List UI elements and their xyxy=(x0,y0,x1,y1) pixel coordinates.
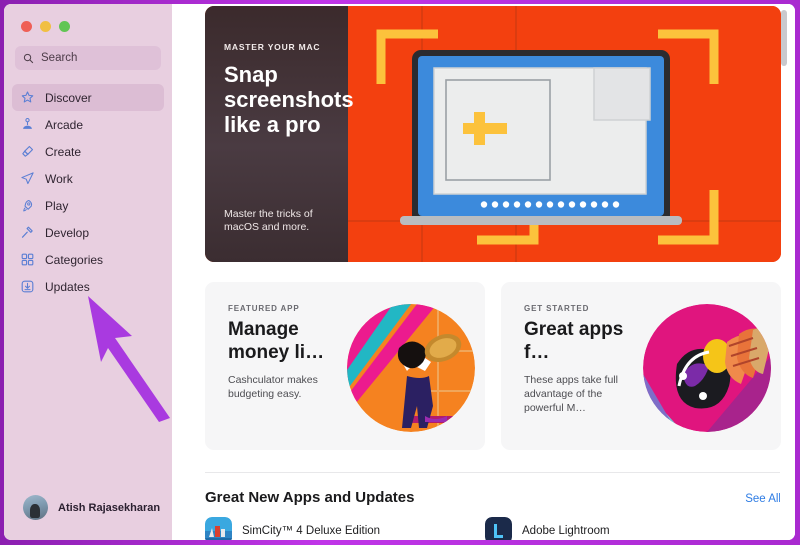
window-controls xyxy=(4,4,172,32)
paintbrush-icon xyxy=(22,145,34,157)
grid-icon xyxy=(21,253,34,266)
sidebar-item-label: Work xyxy=(45,171,73,186)
download-icon xyxy=(21,280,34,293)
feature-card-get-started[interactable]: GET STARTED Great apps f… These apps tak… xyxy=(501,282,781,450)
sidebar-item-develop[interactable]: Develop xyxy=(12,219,164,246)
sidebar-item-label: Discover xyxy=(45,90,92,105)
hero-banner[interactable]: MASTER YOUR MAC Snap screenshots like a … xyxy=(205,6,781,262)
search-input[interactable]: Search xyxy=(15,46,161,70)
hero-eyebrow: MASTER YOUR MAC xyxy=(224,42,321,52)
sidebar-item-discover[interactable]: Discover xyxy=(12,84,164,111)
avatar xyxy=(23,495,48,520)
laptop-screenshot-illustration xyxy=(348,6,781,262)
sidebar-item-categories[interactable]: Categories xyxy=(12,246,164,273)
rocket-icon xyxy=(23,199,33,212)
joystick-icon xyxy=(23,117,32,129)
zoom-button[interactable] xyxy=(59,21,70,32)
user-account[interactable]: Atish Rajasekharan xyxy=(4,495,172,540)
annotation-frame: Search Discover Arcade Create Work Play … xyxy=(0,0,800,545)
sidebar-item-label: Updates xyxy=(45,279,90,294)
see-all-link[interactable]: See All xyxy=(745,493,781,505)
search-placeholder: Search xyxy=(41,52,78,64)
card-title: Great apps f… xyxy=(524,319,624,363)
hero-illustration xyxy=(348,6,781,262)
feature-card-featured-app[interactable]: FEATURED APP Manage money li… Cashculato… xyxy=(205,282,485,450)
hero-text-panel: MASTER YOUR MAC Snap screenshots like a … xyxy=(205,6,354,262)
sidebar-item-label: Develop xyxy=(45,225,90,240)
app-name: SimCity™ 4 Deluxe Edition xyxy=(242,524,381,537)
sidebar-item-label: Arcade xyxy=(45,117,84,132)
paper-plane-icon xyxy=(21,172,34,185)
sidebar-item-play[interactable]: Play xyxy=(12,192,164,219)
app-name: Adobe Lightroom xyxy=(522,524,610,537)
sidebar-item-label: Create xyxy=(45,144,82,159)
vertical-scrollbar[interactable] xyxy=(780,4,792,540)
sidebar-item-label: Categories xyxy=(45,252,104,267)
app-store-window: Search Discover Arcade Create Work Play … xyxy=(4,4,795,540)
sidebar: Search Discover Arcade Create Work Play … xyxy=(4,4,172,540)
simcity-icon xyxy=(205,517,232,540)
hero-subtitle: Master the tricks of macOS and more. xyxy=(224,208,313,233)
minimize-button[interactable] xyxy=(40,21,51,32)
sidebar-item-work[interactable]: Work xyxy=(12,165,164,192)
section-header: Great New Apps and Updates See All xyxy=(205,489,781,506)
close-button[interactable] xyxy=(21,21,32,32)
sidebar-item-updates[interactable]: Updates xyxy=(12,273,164,300)
card-eyebrow: FEATURED APP xyxy=(228,304,300,313)
feature-cards: FEATURED APP Manage money li… Cashculato… xyxy=(205,282,781,450)
list-item[interactable]: Adobe Lightroom xyxy=(485,517,765,540)
apps-illustration xyxy=(643,304,771,432)
main-content: MASTER YOUR MAC Snap screenshots like a … xyxy=(172,4,795,540)
money-illustration xyxy=(347,304,475,432)
sidebar-nav: Discover Arcade Create Work Play Develop… xyxy=(4,84,172,300)
star-icon xyxy=(21,91,34,103)
card-title: Manage money li… xyxy=(228,319,325,363)
scrollbar-thumb[interactable] xyxy=(781,10,787,66)
search-icon xyxy=(23,53,34,63)
hammer-icon xyxy=(21,226,33,238)
lightroom-icon xyxy=(485,517,512,540)
card-description: These apps take full advantage of the po… xyxy=(524,374,618,414)
user-name: Atish Rajasekharan xyxy=(58,501,161,514)
card-description: Cashculator makes budgeting easy. xyxy=(228,374,318,400)
sidebar-item-create[interactable]: Create xyxy=(12,138,164,165)
list-item[interactable]: SimCity™ 4 Deluxe Edition xyxy=(205,517,485,540)
section-title: Great New Apps and Updates xyxy=(205,489,415,506)
sidebar-item-label: Play xyxy=(45,198,69,213)
section-divider xyxy=(205,472,781,473)
app-list: SimCity™ 4 Deluxe Edition Adobe Lightroo… xyxy=(205,517,781,540)
hero-title: Snap screenshots like a pro xyxy=(224,62,354,137)
card-eyebrow: GET STARTED xyxy=(524,304,590,313)
sidebar-item-arcade[interactable]: Arcade xyxy=(12,111,164,138)
